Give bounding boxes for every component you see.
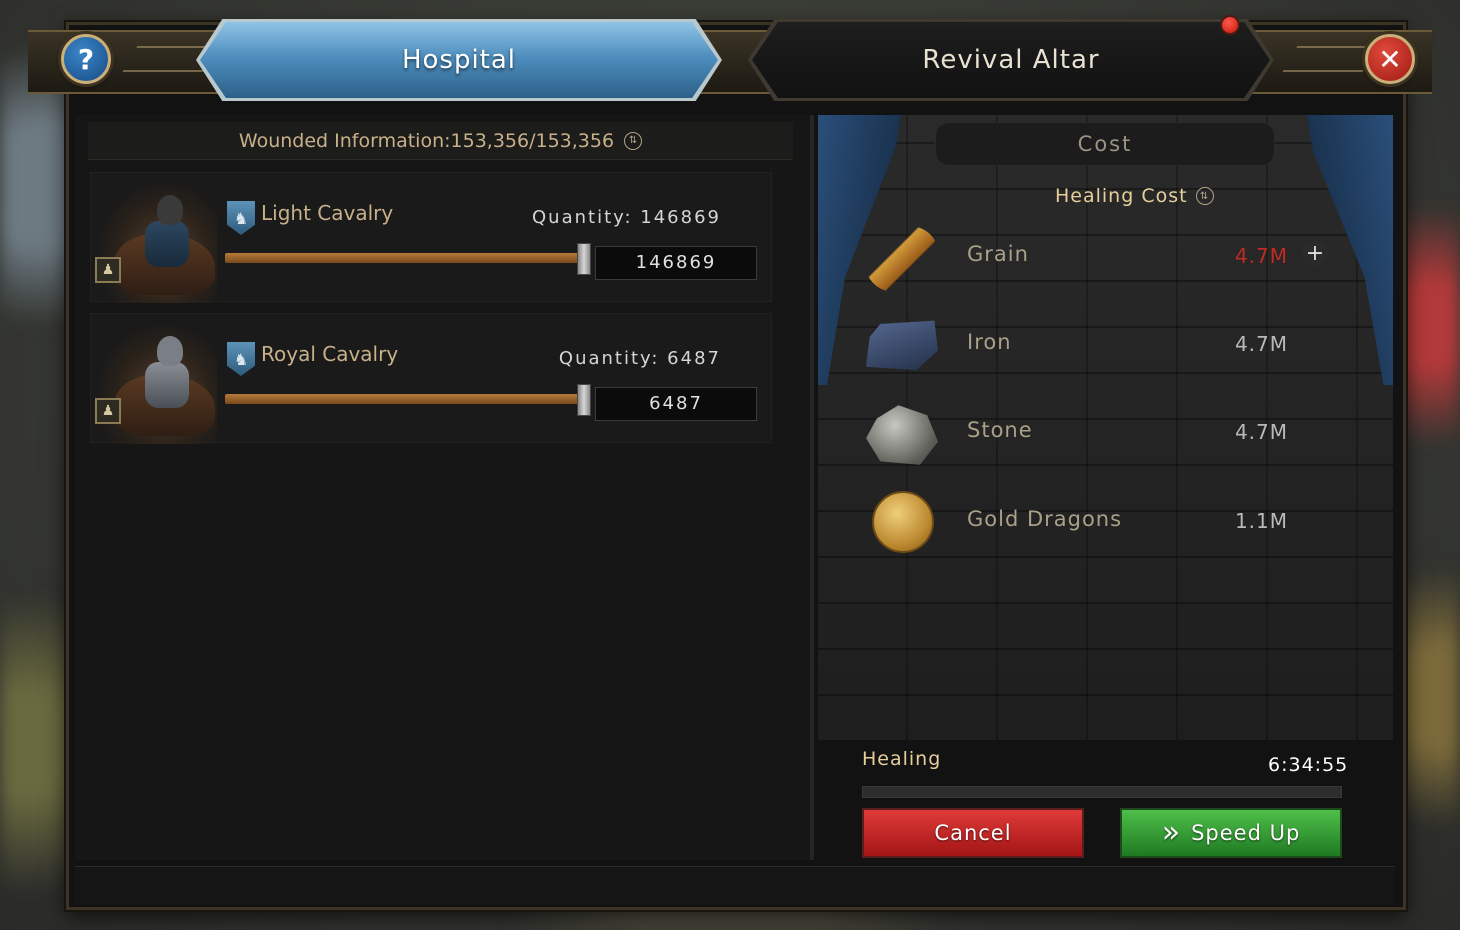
cost-header: Cost [935,122,1275,166]
rider-body-shape [145,221,189,267]
light-cavalry-portrait [99,185,217,303]
troop-row-royal-cavalry: ♟ ♞ Royal Cavalry Quantity: 6487 6487 [90,313,772,444]
wounded-info-bar: Wounded Information:153,356/153,356 ⇅ [88,122,793,160]
tab-hospital[interactable]: Hospital [200,22,718,98]
right-ornament [1282,46,1378,72]
cancel-button[interactable]: Cancel [862,808,1084,858]
healing-cost-title: Healing Cost ⇅ [1055,185,1214,207]
slider-thumb[interactable] [577,243,591,275]
healing-progress-bar [862,786,1342,798]
slider-thumb[interactable] [577,384,591,416]
troop-quantity: Quantity: 6487 [558,348,721,369]
speed-up-button[interactable]: » Speed Up [1120,808,1342,858]
quantity-slider[interactable] [225,253,585,263]
resource-value: 4.7M [1234,332,1288,356]
close-button[interactable]: ✕ [1365,34,1415,84]
resource-name: Iron [967,330,1012,354]
quantity-input[interactable]: 146869 [595,246,757,280]
cancel-label: Cancel [934,821,1012,845]
rider-head-shape [157,336,183,366]
info-icon[interactable]: ⇅ [1195,187,1214,205]
slider-fill [225,253,585,263]
tab-revival-altar[interactable]: Revival Altar [752,22,1270,98]
resource-row-iron: Iron 4.7M [860,308,1340,388]
troop-tier-icon: ♟ [95,257,121,283]
gold-dragon-icon [872,491,934,553]
stone-icon [866,405,938,465]
speed-up-label: Speed Up [1191,821,1301,845]
resource-name: Stone [967,418,1033,442]
resource-row-grain: Grain 4.7M + [860,220,1340,300]
royal-cavalry-portrait [99,326,217,444]
resource-value: 1.1M [1234,509,1288,533]
iron-icon [866,320,938,371]
resource-name: Gold Dragons [967,507,1123,531]
troop-tier-icon: ♟ [95,398,121,424]
resource-value: 4.7M [1234,420,1288,444]
resource-value: 4.7M [1234,244,1288,268]
speed-up-icon: » [1161,815,1182,850]
footer-band [75,866,1395,904]
help-button[interactable]: ? [61,34,111,84]
panel-divider [810,115,814,860]
resource-name: Grain [967,242,1029,266]
healing-status-label: Healing [862,748,942,770]
cavalry-type-icon: ♞ [227,342,255,376]
troop-quantity: Quantity: 146869 [532,207,721,228]
grain-icon [866,226,938,292]
notification-dot [1220,15,1240,35]
troop-row-light-cavalry: ♟ ♞ Light Cavalry Quantity: 146869 14686… [90,172,772,303]
wounded-info-label: Wounded Information:153,356/153,356 [238,129,615,152]
slider-fill [225,394,585,404]
quantity-input[interactable]: 6487 [595,387,757,421]
sort-icon[interactable]: ⇅ [624,131,643,150]
rider-head-shape [157,195,183,225]
healing-cost-label: Healing Cost [1055,185,1188,207]
resource-row-stone: Stone 4.7M [860,396,1340,476]
resource-row-gold-dragons: Gold Dragons 1.1M [860,485,1340,565]
healing-timer: 6:34:55 [1268,754,1349,776]
quantity-slider[interactable] [225,394,585,404]
rider-body-shape [145,362,189,408]
troop-name: Royal Cavalry [261,342,399,366]
add-grain-button[interactable]: + [1302,240,1328,266]
troop-name: Light Cavalry [261,201,394,225]
cavalry-type-icon: ♞ [227,201,255,235]
